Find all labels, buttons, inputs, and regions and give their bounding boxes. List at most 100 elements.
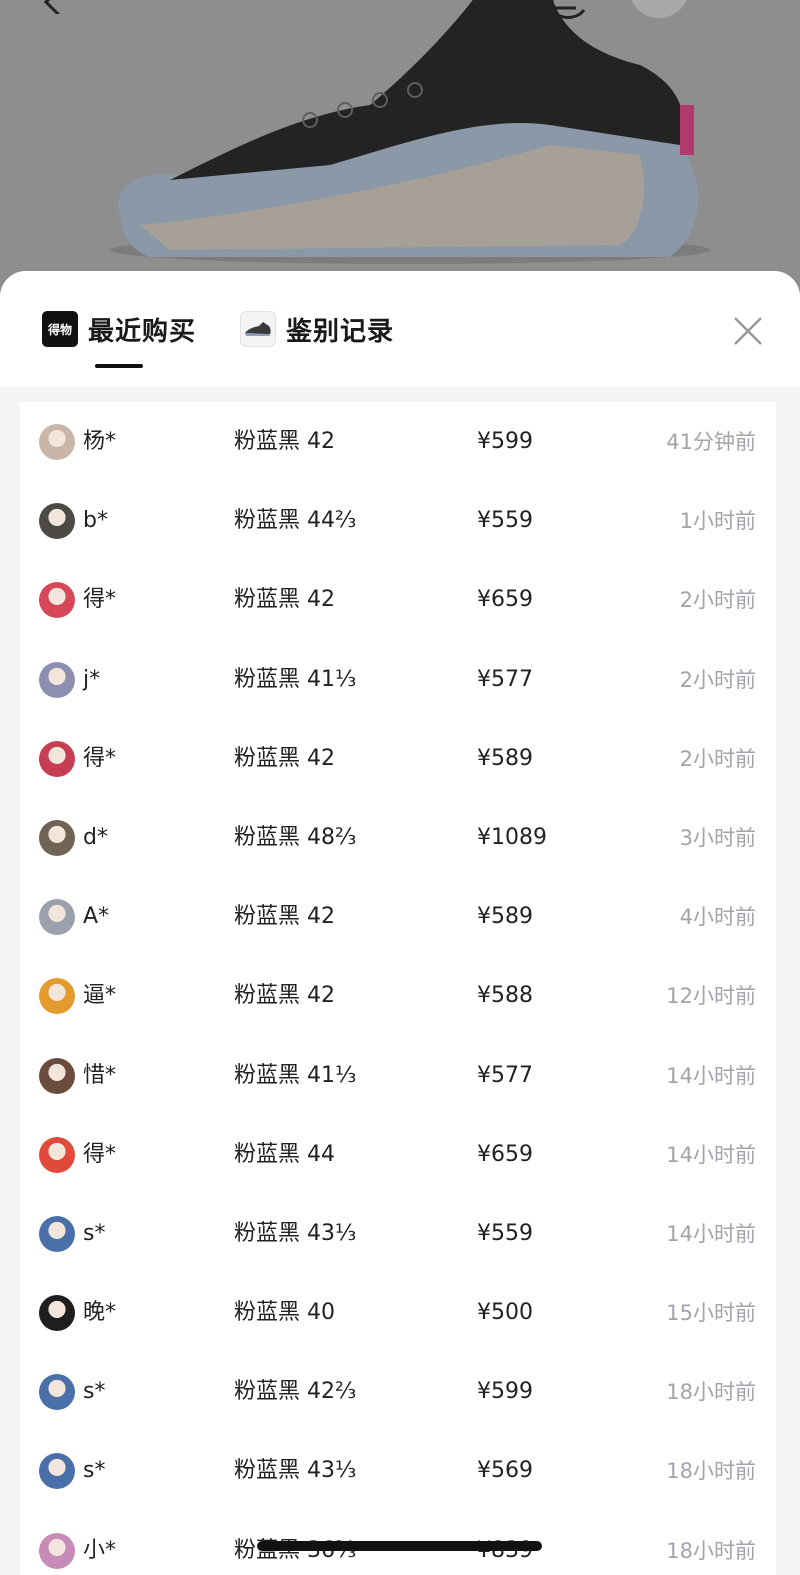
avatar <box>39 978 75 1015</box>
purchase-price: ¥500 <box>477 1300 533 1326</box>
purchase-row: s* 粉蓝黑 43⅓ ¥569 18小时前 <box>20 1431 776 1510</box>
purchase-price: ¥577 <box>477 666 533 692</box>
purchase-time: 12小时前 <box>666 984 756 1009</box>
avatar <box>39 819 75 856</box>
avatar <box>39 1057 75 1094</box>
purchase-time: 3小时前 <box>679 825 756 850</box>
buyer-name: j* <box>83 666 101 692</box>
avatar <box>39 661 75 698</box>
purchase-price: ¥569 <box>477 1458 533 1484</box>
wechat-icon[interactable] <box>628 0 690 22</box>
buyer-name: d* <box>83 824 108 850</box>
active-tab-indicator <box>95 364 143 368</box>
purchase-row: d* 粉蓝黑 48⅔ ¥1089 3小时前 <box>20 798 776 877</box>
purchase-time: 2小时前 <box>679 588 756 613</box>
product-spec: 粉蓝黑 43⅓ <box>234 1220 357 1246</box>
avatar <box>39 1295 75 1332</box>
buyer-name: 得* <box>83 587 117 613</box>
tab-label: 最近购买 <box>88 316 197 347</box>
home-indicator <box>257 1541 542 1551</box>
buyer-name: 得* <box>83 745 117 771</box>
product-spec: 粉蓝黑 42 <box>234 983 335 1009</box>
avatar <box>39 899 75 936</box>
purchase-price: ¥599 <box>477 429 533 454</box>
purchase-price: ¥659 <box>477 587 533 613</box>
product-spec: 粉蓝黑 42 <box>234 429 335 454</box>
close-icon[interactable] <box>732 315 764 347</box>
purchase-time: 41分钟前 <box>666 430 756 454</box>
buyer-name: 得* <box>83 1141 117 1167</box>
purchase-price: ¥659 <box>477 1141 533 1167</box>
purchase-price: ¥589 <box>477 904 533 930</box>
buyer-name: s* <box>83 1379 106 1405</box>
purchase-price: ¥559 <box>477 1220 533 1246</box>
product-spec: 粉蓝黑 42 <box>234 587 335 613</box>
purchase-time: 18小时前 <box>666 1538 756 1563</box>
purchase-time: 15小时前 <box>666 1301 756 1326</box>
product-spec: 粉蓝黑 42⅔ <box>234 1379 357 1405</box>
purchase-time: 4小时前 <box>679 905 756 930</box>
purchase-price: ¥559 <box>477 508 533 534</box>
tab-label: 鉴别记录 <box>286 316 395 347</box>
sheet-header: 得物 最近购买 鉴别记录 <box>0 271 800 387</box>
product-spec: 粉蓝黑 41⅓ <box>234 666 357 692</box>
buyer-name: A* <box>83 904 110 930</box>
product-spec: 粉蓝黑 42 <box>234 904 335 930</box>
shoe-thumbnail-icon <box>240 311 276 347</box>
purchase-row: j* 粉蓝黑 41⅓ ¥577 2小时前 <box>20 640 776 719</box>
purchase-time: 14小时前 <box>666 1063 756 1088</box>
avatar <box>39 740 75 777</box>
product-image <box>110 0 710 264</box>
recent-purchases-sheet: 得物 最近购买 鉴别记录 杨* 粉蓝黑 42 ¥599 41分钟前 b* 粉蓝黑 44⅔ ¥… <box>0 271 800 1575</box>
purchase-row: A* 粉蓝黑 42 ¥589 4小时前 <box>20 877 776 956</box>
buyer-name: b* <box>83 508 108 534</box>
purchase-time: 18小时前 <box>666 1380 756 1405</box>
product-spec: 粉蓝黑 48⅔ <box>234 824 357 850</box>
purchase-row: 晚* 粉蓝黑 40 ¥500 15小时前 <box>20 1273 776 1352</box>
purchase-price: ¥577 <box>477 1062 533 1088</box>
product-backdrop <box>0 0 800 300</box>
purchase-time: 14小时前 <box>666 1221 756 1246</box>
brand-logo-icon: 得物 <box>42 311 78 347</box>
purchase-time: 18小时前 <box>666 1459 756 1484</box>
purchase-record-list[interactable]: 杨* 粉蓝黑 42 ¥599 41分钟前 b* 粉蓝黑 44⅔ ¥559 1小时前得* 粉蓝黑 … <box>20 402 776 1575</box>
avatar <box>39 1215 75 1252</box>
purchase-time: 2小时前 <box>679 746 756 771</box>
buyer-name: 晚* <box>83 1300 117 1326</box>
back-arrow-icon[interactable] <box>38 0 66 14</box>
buyer-name: 惜* <box>83 1062 117 1088</box>
product-spec: 粉蓝黑 44 <box>234 1141 335 1167</box>
avatar <box>39 1374 75 1411</box>
purchase-price: ¥588 <box>477 983 533 1009</box>
tab-authentication-records[interactable]: 鉴别记录 <box>240 309 394 349</box>
purchase-row: 得* 粉蓝黑 42 ¥589 2小时前 <box>20 719 776 798</box>
purchase-time: 2小时前 <box>679 667 756 692</box>
product-spec: 粉蓝黑 44⅔ <box>234 508 357 534</box>
product-spec: 粉蓝黑 42 <box>234 745 335 771</box>
avatar <box>39 582 75 619</box>
buyer-name: 杨* <box>83 429 117 454</box>
purchase-price: ¥599 <box>477 1379 533 1405</box>
purchase-price: ¥1089 <box>477 824 547 850</box>
tab-recent-purchases[interactable]: 得物 最近购买 <box>42 309 196 349</box>
purchase-row: 逼* 粉蓝黑 42 ¥588 12小时前 <box>20 956 776 1035</box>
purchase-time: 14小时前 <box>666 1142 756 1167</box>
purchase-row: s* 粉蓝黑 42⅔ ¥599 18小时前 <box>20 1352 776 1431</box>
share-icon[interactable] <box>546 0 590 20</box>
avatar <box>39 1532 75 1569</box>
purchase-row: 得* 粉蓝黑 44 ¥659 14小时前 <box>20 1115 776 1194</box>
avatar <box>39 1136 75 1173</box>
avatar <box>39 424 75 460</box>
purchase-row: b* 粉蓝黑 44⅔ ¥559 1小时前 <box>20 481 776 560</box>
purchase-price: ¥589 <box>477 745 533 771</box>
product-spec: 粉蓝黑 41⅓ <box>234 1062 357 1088</box>
purchase-row: 惜* 粉蓝黑 41⅓ ¥577 14小时前 <box>20 1036 776 1115</box>
purchase-time: 1小时前 <box>679 509 756 534</box>
product-spec: 粉蓝黑 43⅓ <box>234 1458 357 1484</box>
purchase-row: s* 粉蓝黑 43⅓ ¥559 14小时前 <box>20 1194 776 1273</box>
buyer-name: 逼* <box>83 983 117 1009</box>
buyer-name: 小* <box>83 1537 117 1563</box>
product-spec: 粉蓝黑 40 <box>234 1300 335 1326</box>
avatar <box>39 503 75 540</box>
purchase-row: 杨* 粉蓝黑 42 ¥599 41分钟前 <box>20 402 776 481</box>
